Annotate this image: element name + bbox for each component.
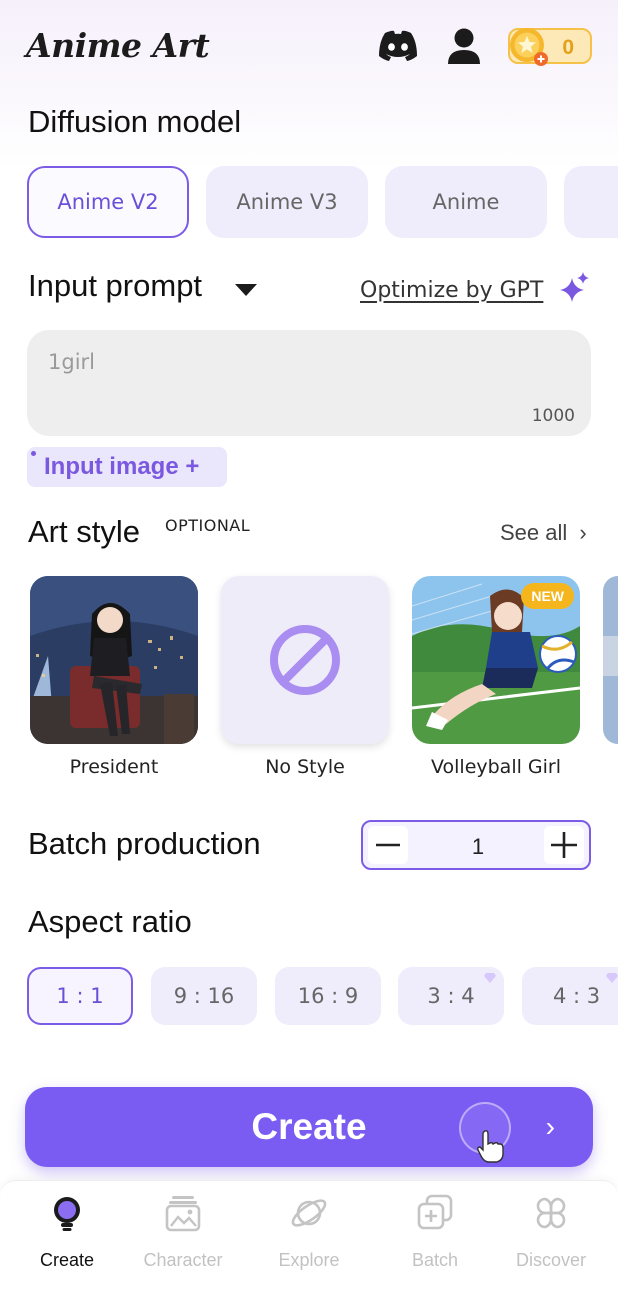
model-chip-anime-v2[interactable]: Anime V2 [27, 166, 189, 238]
batch-icon [417, 1194, 453, 1230]
discover-icon [536, 1197, 566, 1229]
style-card-volleyball-girl[interactable]: NEW [412, 576, 580, 744]
input-image-button[interactable]: Input image + [27, 447, 227, 487]
model-chip-anime[interactable]: Anime [385, 166, 547, 238]
model-chip-more[interactable] [564, 166, 618, 238]
sparkle-icon [560, 272, 589, 302]
aspect-title: Aspect ratio [28, 904, 192, 939]
character-icon [165, 1196, 201, 1232]
prompt-title: Input prompt [28, 268, 203, 303]
style-card-next[interactable] [603, 576, 618, 744]
art-style-title: Art style [28, 514, 140, 549]
input-image-dot [31, 451, 36, 456]
aspect-4-3[interactable]: 4 : 3 [522, 967, 618, 1025]
minus-icon [376, 843, 400, 847]
model-chip-anime-v3[interactable]: Anime V3 [206, 166, 368, 238]
coin-icon [510, 28, 548, 66]
bulb-icon [54, 1197, 80, 1231]
bottom-nav: Create Character Explore Batch Discover [0, 1180, 618, 1294]
profile-button[interactable] [442, 26, 486, 66]
nav-discover[interactable]: Discover [496, 1193, 606, 1271]
aspect-3-4[interactable]: 3 : 4 [398, 967, 504, 1025]
prompt-input[interactable]: 1girl 1000 [27, 330, 591, 436]
coin-balance[interactable]: 0 [508, 28, 592, 66]
style-label-volleyball-girl: Volleyball Girl [430, 756, 562, 778]
coin-count: 0 [562, 36, 574, 59]
caret-down-icon[interactable] [234, 283, 258, 297]
plus-button[interactable] [544, 826, 584, 864]
discord-button[interactable] [376, 26, 420, 66]
app-title: Anime Art [26, 26, 210, 65]
aspect-9-16[interactable]: 9 : 16 [151, 967, 257, 1025]
chevron-right-icon: › [545, 1111, 555, 1142]
batch-stepper: 1 [361, 820, 591, 870]
aspect-16-9[interactable]: 16 : 9 [275, 967, 381, 1025]
nav-create[interactable]: Create [12, 1193, 122, 1271]
gem-icon [484, 973, 496, 983]
no-style-icon [270, 625, 340, 695]
style-label-president: President [69, 756, 159, 778]
nav-character[interactable]: Character [128, 1193, 238, 1271]
planet-icon [291, 1199, 327, 1227]
profile-icon [448, 28, 480, 64]
diffusion-title: Diffusion model [28, 104, 242, 139]
next-card-detail [603, 636, 618, 676]
batch-value: 1 [471, 834, 485, 859]
gem-icon [606, 973, 618, 983]
style-label-no-style: No Style [265, 756, 345, 778]
plus-icon [551, 832, 577, 858]
style-card-no-style[interactable] [221, 576, 389, 744]
minus-button[interactable] [368, 826, 408, 864]
president-thumbnail [30, 576, 198, 744]
hand-pointer-icon [477, 1130, 504, 1163]
batch-title: Batch production [28, 826, 261, 861]
nav-batch[interactable]: Batch [380, 1193, 490, 1271]
aspect-1-1[interactable]: 1 : 1 [27, 967, 133, 1025]
discord-icon [379, 30, 417, 61]
see-all-link[interactable]: See all › [500, 520, 587, 546]
chevron-right-icon: › [579, 520, 587, 545]
optimize-gpt-link[interactable]: Optimize by GPT [360, 278, 543, 303]
style-card-president[interactable] [30, 576, 198, 744]
create-button[interactable]: Create › [25, 1087, 593, 1167]
new-badge: NEW [521, 583, 574, 609]
nav-explore[interactable]: Explore [254, 1193, 364, 1271]
char-limit: 1000 [531, 406, 575, 426]
prompt-placeholder: 1girl [48, 350, 95, 374]
optional-label: OPTIONAL [165, 516, 251, 535]
